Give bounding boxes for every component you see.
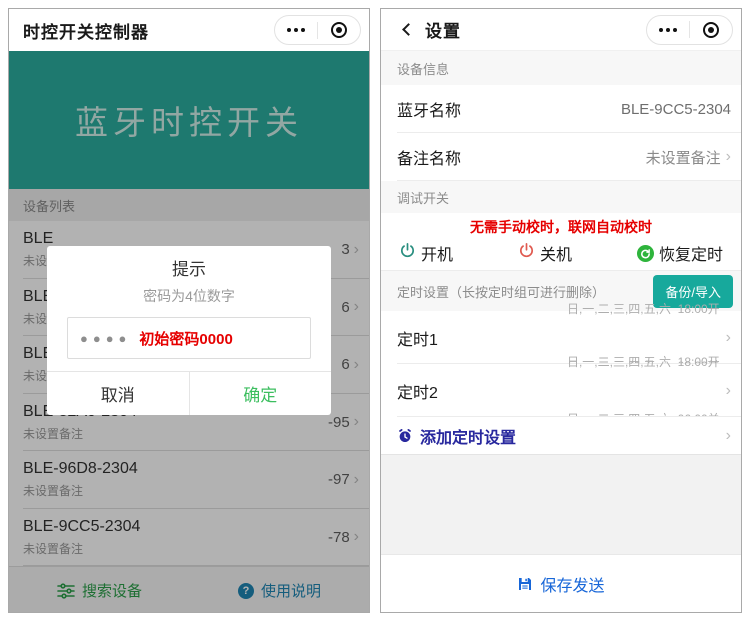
save-bar: 保存发送 bbox=[381, 554, 741, 612]
power-off-icon bbox=[518, 242, 535, 264]
circle-dot-icon bbox=[331, 22, 347, 38]
bluetooth-name-label: 蓝牙名称 bbox=[397, 97, 461, 121]
device-list-screen: 时控开关控制器 蓝牙时控开关 设备列表 BLE 未设 bbox=[8, 8, 370, 613]
chevron-right-icon: › bbox=[726, 330, 731, 346]
right-nav-bar: 设置 bbox=[381, 9, 741, 51]
save-send-button[interactable]: 保存发送 bbox=[517, 572, 604, 596]
more-menu-button[interactable] bbox=[275, 16, 317, 44]
background-spacer bbox=[381, 455, 741, 554]
remark-name-value: 未设置备注 bbox=[646, 147, 721, 168]
password-dots: ●●●● bbox=[80, 331, 131, 346]
password-input[interactable]: ●●●● 初始密码0000 bbox=[67, 317, 311, 359]
power-on-label: 开机 bbox=[421, 241, 453, 265]
cancel-button[interactable]: 取消 bbox=[47, 372, 190, 415]
more-menu-button[interactable] bbox=[647, 16, 689, 44]
ellipsis-icon bbox=[659, 28, 677, 32]
timer-label: 定时2 bbox=[397, 379, 438, 403]
screenshot-canvas: 时控开关控制器 蓝牙时控开关 设备列表 BLE 未设 bbox=[0, 0, 750, 621]
remark-name-row[interactable]: 备注名称 未设置备注 › bbox=[381, 133, 741, 181]
modal-subtitle: 密码为4位数字 bbox=[47, 287, 331, 305]
initial-password-hint: 初始密码0000 bbox=[139, 328, 232, 349]
exit-button[interactable] bbox=[690, 16, 732, 44]
modal-title: 提示 bbox=[47, 259, 331, 281]
back-button[interactable] bbox=[395, 19, 417, 41]
time-sync-notice: 无需手动校时，联网自动校时 bbox=[381, 217, 741, 237]
ellipsis-icon bbox=[287, 28, 305, 32]
chevron-right-icon: › bbox=[726, 428, 731, 444]
page-title: 时控开关控制器 bbox=[23, 18, 149, 43]
settings-title: 设置 bbox=[425, 17, 461, 42]
save-send-label: 保存发送 bbox=[540, 572, 604, 596]
refresh-icon bbox=[637, 245, 654, 262]
power-on-icon bbox=[399, 242, 416, 264]
modal-buttons: 取消 确定 bbox=[47, 371, 331, 415]
left-nav-bar: 时控开关控制器 bbox=[9, 9, 369, 51]
confirm-button[interactable]: 确定 bbox=[190, 372, 332, 415]
back-chevron-icon bbox=[402, 23, 415, 36]
timer-label: 定时1 bbox=[397, 326, 438, 350]
remark-name-label: 备注名称 bbox=[397, 145, 461, 169]
settings-screen: 设置 设备信息 蓝牙名称 BLE-9CC5-2304 备注名称 未设置备注 › … bbox=[380, 8, 742, 613]
section-debug-switch: 调试开关 bbox=[381, 181, 741, 213]
power-on-button[interactable]: 开机 bbox=[399, 241, 453, 265]
add-timer-button[interactable]: 添加定时设置 › bbox=[381, 417, 741, 455]
chevron-right-icon: › bbox=[726, 383, 731, 399]
timer-row-2[interactable]: 定时2 日,一,二,三,四,五,六 18:00开 日,一,二,三,四,五,六 0… bbox=[381, 364, 741, 417]
schedule-on-line: 日,一,二,三,四,五,六 18:00开 bbox=[567, 353, 720, 372]
exit-button[interactable] bbox=[318, 16, 360, 44]
chevron-right-icon: › bbox=[726, 149, 731, 165]
wechat-capsule bbox=[646, 15, 733, 45]
wechat-capsule bbox=[274, 15, 361, 45]
password-modal: 提示 密码为4位数字 ●●●● 初始密码0000 取消 确定 bbox=[47, 246, 331, 415]
bluetooth-name-value: BLE-9CC5-2304 bbox=[621, 101, 731, 118]
circle-dot-icon bbox=[703, 22, 719, 38]
power-off-button[interactable]: 关机 bbox=[518, 241, 572, 265]
add-timer-label: 添加定时设置 bbox=[420, 424, 516, 448]
section-device-info: 设备信息 bbox=[381, 51, 741, 85]
bluetooth-name-row: 蓝牙名称 BLE-9CC5-2304 bbox=[381, 85, 741, 133]
alarm-clock-icon bbox=[397, 428, 413, 444]
floppy-disk-icon bbox=[517, 576, 533, 592]
